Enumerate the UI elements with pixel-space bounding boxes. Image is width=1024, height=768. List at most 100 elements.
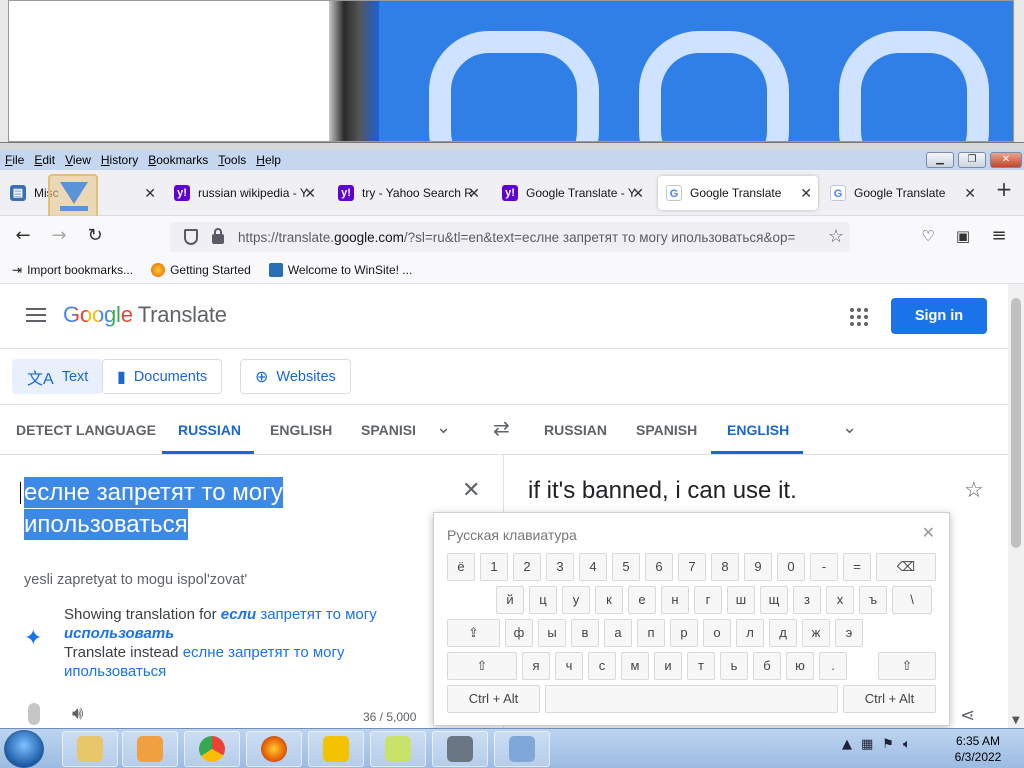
action-center-icon[interactable]: ⚑ (882, 737, 894, 752)
back-button[interactable]: ← (10, 224, 36, 248)
key[interactable]: у (562, 586, 590, 614)
reload-button[interactable]: ↻ (82, 224, 108, 248)
source-lang-english[interactable]: ENGLISH (270, 422, 332, 438)
key[interactable]: а (604, 619, 632, 647)
tab-google-translate-yahoo[interactable]: y! Google Translate - Y ✕ (494, 176, 650, 210)
key[interactable]: \ (892, 586, 932, 614)
key[interactable]: я (522, 652, 550, 680)
sign-in-button[interactable]: Sign in (891, 298, 987, 334)
taskbar-app-lightning[interactable] (308, 731, 364, 767)
pocket-icon[interactable]: ♡ (915, 224, 941, 248)
key[interactable]: . (819, 652, 847, 680)
key[interactable]: д (769, 619, 797, 647)
right-ctrl-alt-key[interactable]: Ctrl + Alt (843, 685, 936, 713)
target-lang-english[interactable]: ENGLISH (727, 422, 789, 438)
key[interactable]: 4 (579, 553, 607, 581)
key[interactable]: р (670, 619, 698, 647)
taskbar-app-network[interactable] (494, 731, 550, 767)
key[interactable]: и (654, 652, 682, 680)
minimize-button[interactable]: ▁ (926, 152, 954, 168)
key[interactable]: = (843, 553, 871, 581)
page-scrollbar[interactable]: ▼ (1008, 284, 1024, 728)
tab-close-icon[interactable]: ✕ (800, 185, 812, 202)
key[interactable]: ю (786, 652, 814, 680)
target-lang-spanish[interactable]: SPANISH (636, 422, 697, 438)
volume-icon[interactable]: 🔈︎ (903, 737, 911, 752)
bookmark-winsite[interactable]: Welcome to WinSite! ... (268, 262, 412, 277)
tab-russian-wikipedia[interactable]: y! russian wikipedia - Y ✕ (166, 176, 322, 210)
key[interactable]: э (835, 619, 863, 647)
key[interactable]: ё (447, 553, 475, 581)
window-close-button[interactable]: ✕ (990, 152, 1022, 168)
taskbar-chrome[interactable] (184, 731, 240, 767)
source-lang-detect[interactable]: DETECT LANGUAGE (16, 422, 156, 438)
key[interactable]: к (595, 586, 623, 614)
menu-bookmarks[interactable]: Bookmarks (143, 153, 213, 167)
suggestion-middle[interactable]: запретят то могу (260, 606, 376, 623)
left-shift-key[interactable]: ⇧ (447, 652, 517, 680)
menu-tools[interactable]: Tools (213, 153, 251, 167)
suggestion-word-2[interactable]: использовать (64, 625, 174, 642)
key[interactable]: 2 (513, 553, 541, 581)
key[interactable]: в (571, 619, 599, 647)
taskbar-app-notes[interactable] (370, 731, 426, 767)
space-key[interactable] (545, 685, 838, 713)
key[interactable]: е (628, 586, 656, 614)
key[interactable]: ц (529, 586, 557, 614)
tab-close-icon[interactable]: ✕ (304, 185, 316, 202)
bookmark-getting-started[interactable]: Getting Started (151, 262, 251, 277)
key[interactable]: б (753, 652, 781, 680)
key[interactable]: ь (720, 652, 748, 680)
key[interactable]: 5 (612, 553, 640, 581)
key[interactable]: щ (760, 586, 788, 614)
menu-view[interactable]: View (60, 153, 96, 167)
source-lang-russian[interactable]: RUSSIAN (178, 422, 241, 438)
lock-icon[interactable] (212, 228, 224, 244)
menu-edit[interactable]: Edit (29, 153, 60, 167)
key[interactable]: н (661, 586, 689, 614)
key[interactable]: 8 (711, 553, 739, 581)
restore-button[interactable]: ❐ (958, 152, 986, 168)
source-lang-more-icon[interactable]: ⌄ (436, 417, 451, 438)
tracking-protection-shield-icon[interactable] (184, 229, 198, 245)
key[interactable]: х (826, 586, 854, 614)
menu-help[interactable]: Help (251, 153, 286, 167)
left-ctrl-alt-key[interactable]: Ctrl + Alt (447, 685, 540, 713)
key[interactable]: ы (538, 619, 566, 647)
start-button[interactable] (4, 730, 44, 768)
target-lang-more-icon[interactable]: ⌄ (842, 417, 857, 438)
main-menu-icon[interactable] (26, 308, 46, 322)
menu-file[interactable]: File (0, 153, 29, 167)
key[interactable]: з (793, 586, 821, 614)
key[interactable]: л (736, 619, 764, 647)
forward-button[interactable]: → (46, 224, 72, 248)
google-apps-icon[interactable] (850, 308, 868, 326)
key[interactable]: 0 (777, 553, 805, 581)
bookmark-import[interactable]: ⇥ Import bookmarks... (12, 263, 133, 277)
key[interactable]: 3 (546, 553, 574, 581)
source-lang-spanish[interactable]: SPANISH (361, 422, 415, 438)
key[interactable]: ш (727, 586, 755, 614)
key[interactable]: 6 (645, 553, 673, 581)
keyboard-close-icon[interactable]: ✕ (922, 523, 935, 543)
key[interactable]: й (496, 586, 524, 614)
listen-speaker-icon[interactable]: 🔊︎ (72, 703, 83, 724)
caps-lock-key[interactable]: ⇪ (447, 619, 500, 647)
menu-history[interactable]: History (96, 153, 143, 167)
tab-google-translate-active[interactable]: G Google Translate ✕ (658, 176, 818, 210)
tab-close-icon[interactable]: ✕ (964, 185, 976, 202)
tab-close-icon[interactable]: ✕ (632, 185, 644, 202)
key[interactable]: ч (555, 652, 583, 680)
google-translate-logo[interactable]: Google Translate (63, 302, 227, 328)
key[interactable]: 9 (744, 553, 772, 581)
taskbar-app-printer[interactable] (432, 731, 488, 767)
source-text-input[interactable]: еслне запретят то могу ипользоваться (24, 477, 444, 541)
taskbar-clock[interactable]: 6:35 AM 6/3/2022 (938, 733, 1018, 765)
key[interactable]: ъ (859, 586, 887, 614)
key[interactable]: т (687, 652, 715, 680)
mode-websites-button[interactable]: ⊕ Websites (240, 359, 351, 394)
taskbar-explorer[interactable] (62, 731, 118, 767)
taskbar-media-player[interactable] (122, 731, 178, 767)
key[interactable]: ж (802, 619, 830, 647)
clear-source-icon[interactable]: ✕ (462, 477, 480, 503)
